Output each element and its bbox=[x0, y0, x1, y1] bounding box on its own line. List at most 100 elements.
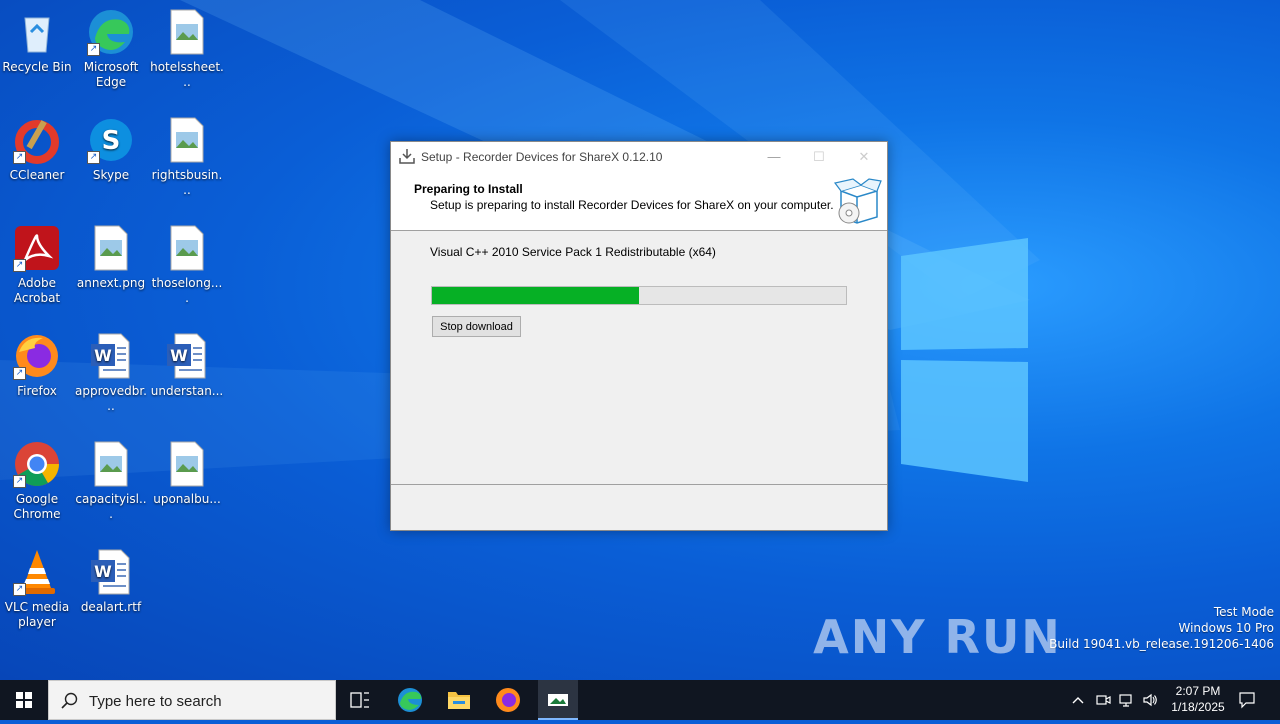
wizard-heading: Preparing to Install bbox=[414, 182, 523, 196]
close-button[interactable]: ✕ bbox=[841, 142, 887, 171]
setup-download-icon bbox=[399, 149, 415, 164]
image-file-icon bbox=[163, 224, 211, 272]
icon-label: Adobe Acrobat bbox=[13, 276, 61, 305]
image-file-icon bbox=[163, 440, 211, 488]
shortcut-arrow-icon: ↗ bbox=[87, 43, 100, 56]
desktop-icon-rightsbusin[interactable]: rightsbusin... bbox=[150, 116, 224, 198]
svg-text:W: W bbox=[94, 346, 112, 365]
search-icon bbox=[61, 692, 78, 709]
dialog-titlebar[interactable]: Setup - Recorder Devices for ShareX 0.12… bbox=[391, 142, 887, 171]
icon-label: thoselong.... bbox=[151, 276, 223, 305]
icon-label: hotelssheet... bbox=[150, 60, 224, 89]
image-file-icon bbox=[87, 224, 135, 272]
installer-box-icon bbox=[833, 178, 882, 224]
desktop-icon-thoselong[interactable]: thoselong.... bbox=[150, 224, 224, 306]
taskbar-search-box[interactable]: Type here to search bbox=[48, 680, 336, 720]
icon-label: approvedbr... bbox=[75, 384, 147, 413]
anyrun-watermark: ANY RUN Test Mode Windows 10 Pro Build 1… bbox=[813, 604, 1274, 664]
icon-label: Recycle Bin bbox=[2, 60, 72, 74]
desktop-icon-uponalbu[interactable]: uponalbu... bbox=[150, 440, 224, 507]
image-file-icon bbox=[163, 8, 211, 56]
taskbar-setup-button[interactable] bbox=[538, 680, 578, 720]
shortcut-arrow-icon: ↗ bbox=[13, 583, 26, 596]
shortcut-arrow-icon: ↗ bbox=[13, 151, 26, 164]
taskbar-file-explorer-button[interactable] bbox=[435, 680, 483, 720]
footer-divider bbox=[391, 484, 887, 485]
watermark-build: Build 19041.vb_release.191206-1406 bbox=[1049, 637, 1274, 651]
shortcut-arrow-icon: ↗ bbox=[13, 367, 26, 380]
windows-start-icon bbox=[16, 692, 32, 708]
icon-label: capacityisl... bbox=[75, 492, 147, 521]
desktop-icon-firefox[interactable]: ↗ Firefox bbox=[0, 332, 74, 399]
firefox-icon: ↗ bbox=[13, 332, 61, 380]
ccleaner-icon: ↗ bbox=[13, 116, 61, 164]
skype-icon: S ↗ bbox=[87, 116, 135, 164]
desktop-icon-ccleaner[interactable]: ↗ CCleaner bbox=[0, 116, 74, 183]
start-button[interactable] bbox=[0, 680, 48, 720]
word-document-icon: W bbox=[87, 548, 135, 596]
svg-text:W: W bbox=[170, 346, 188, 365]
desktop-icon-annext[interactable]: annext.png bbox=[74, 224, 148, 291]
watermark-brand: ANY RUN bbox=[813, 610, 1062, 664]
taskbar: Type here to search 2:07 PM 1/18/2025 bbox=[0, 680, 1280, 720]
search-placeholder: Type here to search bbox=[89, 693, 222, 710]
taskbar-clock[interactable]: 2:07 PM 1/18/2025 bbox=[1160, 683, 1236, 715]
word-document-icon: W bbox=[163, 332, 211, 380]
volume-icon[interactable] bbox=[1142, 692, 1158, 708]
watermark-test-mode: Test Mode bbox=[1213, 605, 1274, 619]
icon-label: Google Chrome bbox=[13, 492, 61, 521]
meet-now-icon[interactable] bbox=[1095, 692, 1111, 708]
windows-logo-wallpaper bbox=[901, 238, 1028, 482]
show-hidden-icons-chevron-icon[interactable] bbox=[1070, 692, 1086, 708]
svg-text:S: S bbox=[102, 126, 121, 156]
icon-label: Firefox bbox=[17, 384, 57, 398]
shortcut-arrow-icon: ↗ bbox=[13, 259, 26, 272]
dialog-title: Setup - Recorder Devices for ShareX 0.12… bbox=[421, 150, 663, 164]
image-file-icon bbox=[163, 116, 211, 164]
recycle-bin-icon bbox=[13, 8, 61, 56]
icon-label: Microsoft Edge bbox=[83, 60, 139, 89]
acrobat-icon: ↗ bbox=[13, 224, 61, 272]
desktop-icon-skype[interactable]: S ↗ Skype bbox=[74, 116, 148, 183]
maximize-button[interactable]: ☐ bbox=[796, 142, 842, 171]
task-view-button[interactable] bbox=[336, 680, 384, 720]
desktop-icon-adobe-acrobat[interactable]: ↗ Adobe Acrobat bbox=[0, 224, 74, 306]
icon-label: rightsbusin... bbox=[151, 168, 223, 197]
taskbar-firefox-button[interactable] bbox=[484, 680, 532, 720]
svg-text:W: W bbox=[94, 562, 112, 581]
taskbar-edge-button[interactable] bbox=[386, 680, 434, 720]
desktop-icon-understan[interactable]: W understan... bbox=[150, 332, 224, 399]
desktop-icon-google-chrome[interactable]: ↗ Google Chrome bbox=[0, 440, 74, 522]
chrome-icon: ↗ bbox=[13, 440, 61, 488]
wizard-header: Preparing to Install Setup is preparing … bbox=[391, 171, 887, 231]
desktop-icon-recycle-bin[interactable]: Recycle Bin bbox=[0, 8, 74, 75]
network-icon[interactable] bbox=[1119, 692, 1135, 708]
desktop-icon-approvedbr[interactable]: W approvedbr... bbox=[74, 332, 148, 414]
desktop-icon-edge[interactable]: ↗ Microsoft Edge bbox=[74, 8, 148, 90]
wizard-subheading: Setup is preparing to install Recorder D… bbox=[430, 198, 834, 212]
clock-date: 1/18/2025 bbox=[1171, 700, 1225, 714]
desktop-icon-vlc[interactable]: ↗ VLC media player bbox=[0, 548, 74, 630]
shortcut-arrow-icon: ↗ bbox=[13, 475, 26, 488]
icon-label: VLC media player bbox=[4, 600, 70, 629]
setup-dialog: Setup - Recorder Devices for ShareX 0.12… bbox=[390, 141, 888, 531]
edge-icon: ↗ bbox=[87, 8, 135, 56]
desktop-icon-dealart[interactable]: W dealart.rtf bbox=[74, 548, 148, 615]
minimize-button[interactable]: — bbox=[751, 142, 797, 171]
edge-icon bbox=[398, 688, 422, 712]
desktop-icon-capacityisl[interactable]: capacityisl... bbox=[74, 440, 148, 522]
icon-label: uponalbu... bbox=[153, 492, 221, 506]
icon-label: Skype bbox=[92, 168, 130, 182]
desktop-icon-hotelssheet[interactable]: hotelssheet... bbox=[150, 8, 224, 90]
task-view-icon bbox=[350, 692, 369, 708]
image-file-icon bbox=[87, 440, 135, 488]
icon-label: dealart.rtf bbox=[80, 600, 142, 614]
firefox-icon bbox=[496, 688, 520, 712]
icon-label: annext.png bbox=[76, 276, 146, 290]
watermark-edition: Windows 10 Pro bbox=[1178, 621, 1274, 635]
shortcut-arrow-icon: ↗ bbox=[87, 151, 100, 164]
stop-download-button[interactable]: Stop download bbox=[432, 316, 521, 337]
icon-label: understan... bbox=[150, 384, 224, 398]
notifications-icon[interactable] bbox=[1238, 691, 1256, 709]
clock-time: 2:07 PM bbox=[1175, 684, 1221, 698]
